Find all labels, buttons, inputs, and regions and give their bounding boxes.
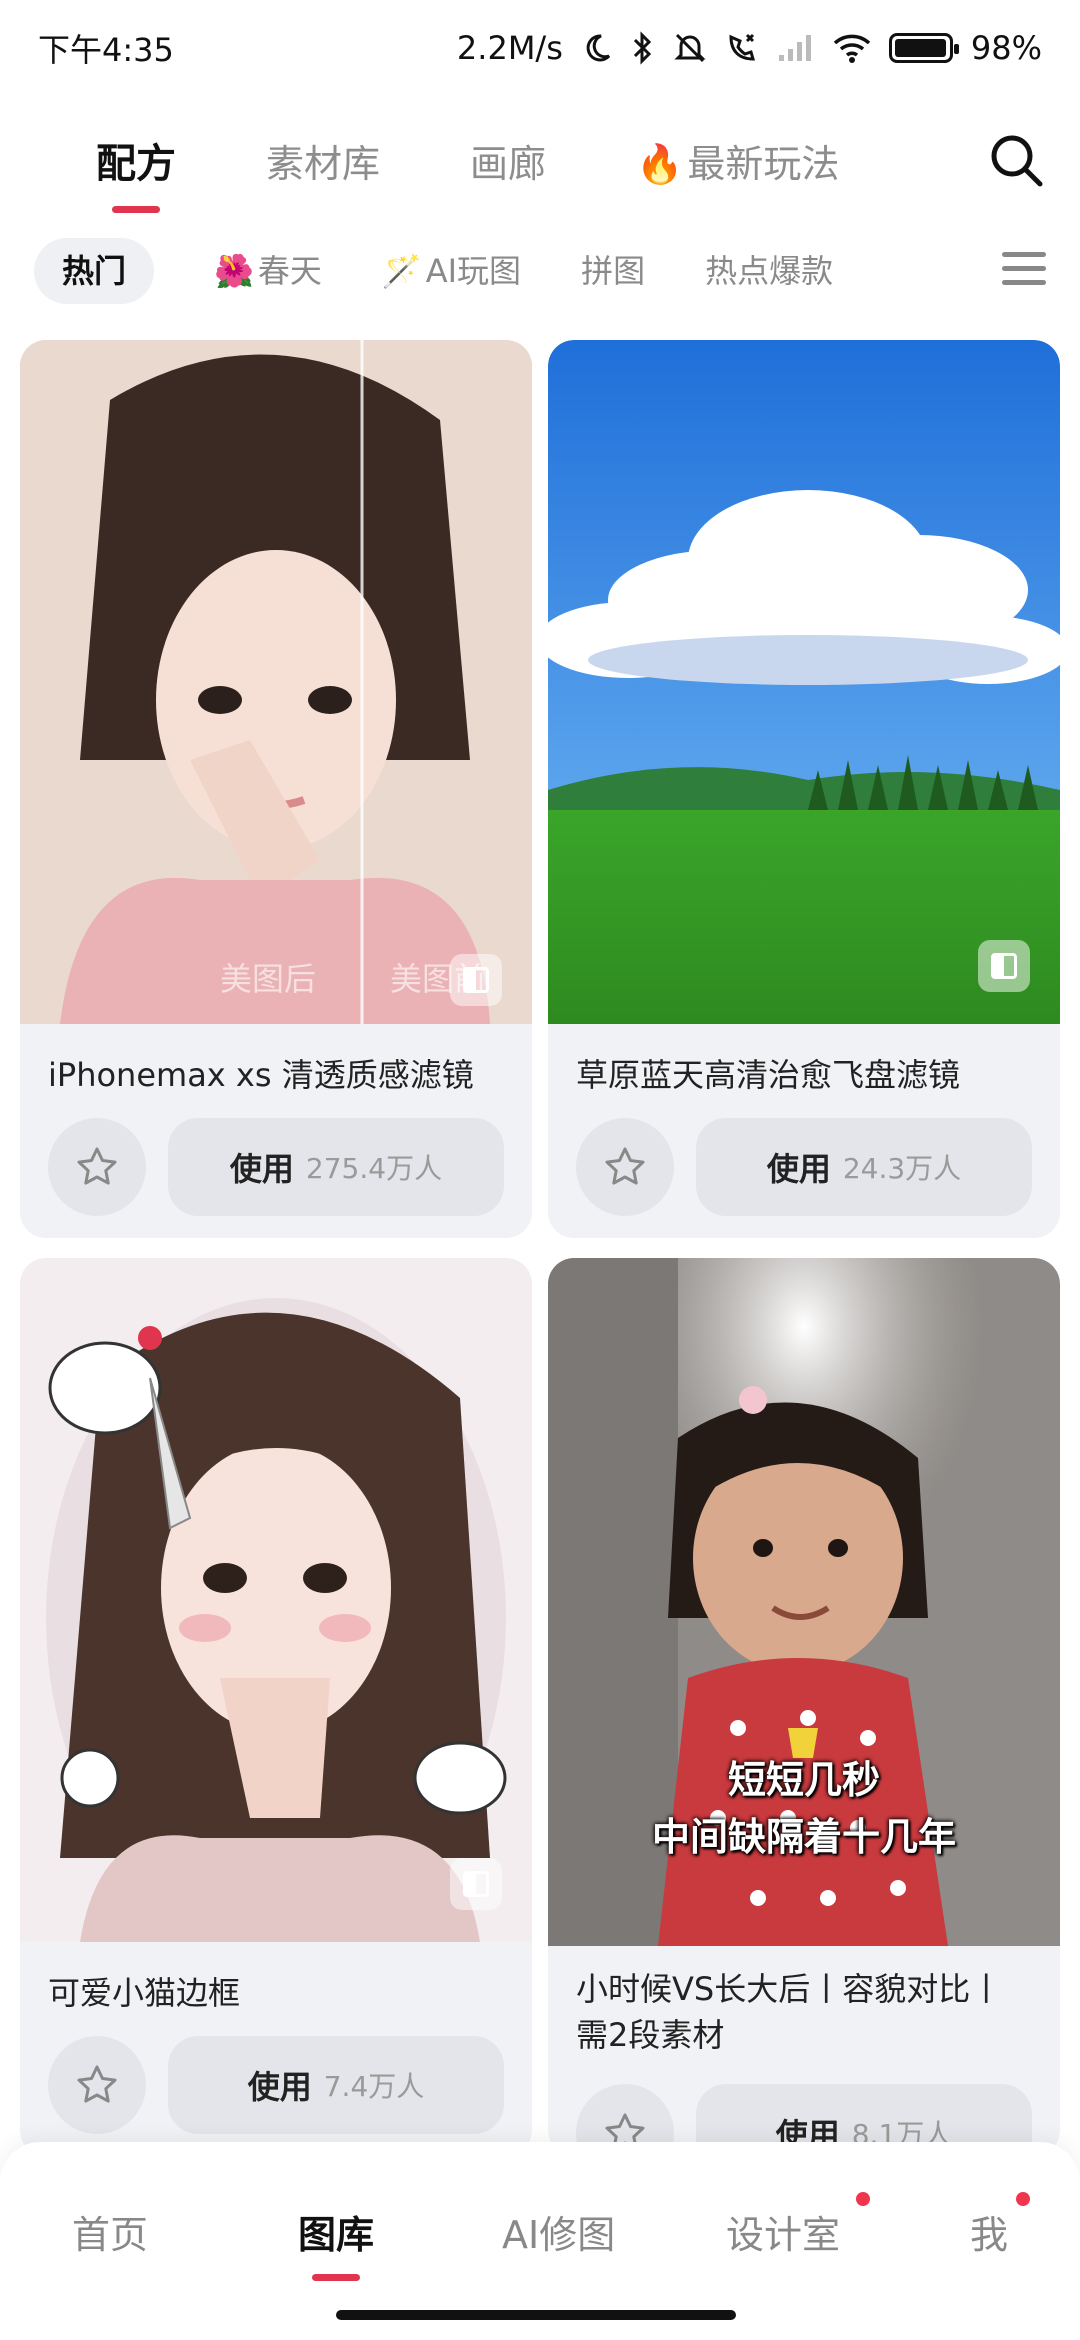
cat-frame-illustration xyxy=(20,1258,532,1942)
landscape-illustration xyxy=(548,340,1060,1024)
tab-label: 配方 xyxy=(96,141,176,187)
watermark-after: 美图后 xyxy=(220,960,317,998)
use-count: 275.4万人 xyxy=(305,1152,443,1185)
overlay-caption-line2: 中间缺隔着十几年 xyxy=(651,1815,956,1859)
card-title: 草原蓝天高清治愈飞盘滤镜 xyxy=(576,1056,961,1094)
compare-icon[interactable] xyxy=(978,940,1030,992)
signal-icon xyxy=(778,35,811,61)
menu-icon[interactable] xyxy=(1002,252,1046,292)
network-speed: 2.2M/s xyxy=(456,29,563,67)
portrait-illustration xyxy=(20,340,532,1024)
chip-label: 春天 xyxy=(257,252,322,290)
favorite-button[interactable] xyxy=(48,2036,146,2134)
star-icon xyxy=(605,1147,645,1185)
tab-recipes[interactable]: 配方 xyxy=(96,131,176,189)
nav-ai-retouch[interactable]: AI修图 xyxy=(502,2204,615,2259)
nav-label: AI修图 xyxy=(502,2213,616,2257)
favorite-button[interactable] xyxy=(576,1118,674,1216)
favorite-button[interactable] xyxy=(48,1118,146,1216)
use-button[interactable]: 使用 275.4万人 xyxy=(168,1118,504,1216)
status-time: 下午4:35 xyxy=(38,31,174,69)
card-title: 可爱小猫边框 xyxy=(48,1974,241,2012)
card-image[interactable]: 短短几秒 中间缺隔着十几年 xyxy=(548,1258,1060,1946)
nav-home[interactable]: 首页 xyxy=(72,2204,148,2259)
chip-collage[interactable]: 拼图 xyxy=(581,238,645,304)
magic-wand-icon: 🪄 xyxy=(381,252,422,290)
use-label: 使用 xyxy=(229,1150,294,1188)
tab-label: 最新玩法 xyxy=(687,141,840,186)
card-image[interactable]: 美图后 美图前 xyxy=(20,340,532,1024)
compare-icon[interactable] xyxy=(450,954,502,1006)
tab-gallery[interactable]: 画廊 xyxy=(470,133,546,188)
notification-dot xyxy=(1016,2192,1030,2206)
home-indicator[interactable] xyxy=(336,2310,736,2320)
battery-icon xyxy=(888,33,959,63)
card-grassland-filter[interactable]: 草原蓝天高清治愈飞盘滤镜 使用 24.3万人 xyxy=(548,340,1060,1238)
use-count: 24.3万人 xyxy=(842,1152,962,1185)
use-button[interactable]: 使用 24.3万人 xyxy=(696,1118,1032,1216)
chip-label: AI玩图 xyxy=(425,252,522,290)
chip-spring[interactable]: 🌺 春天 xyxy=(214,238,322,304)
compare-icon[interactable] xyxy=(450,1858,502,1910)
overlay-caption-line1: 短短几秒 xyxy=(727,1758,880,1802)
card-title: iPhonemax xs 清透质感滤镜 xyxy=(48,1056,474,1094)
star-icon xyxy=(77,2065,117,2103)
nav-label: 首页 xyxy=(72,2213,149,2257)
wifi-icon xyxy=(833,34,871,63)
mute-bell-icon xyxy=(674,33,706,63)
call-forward-icon xyxy=(729,33,755,61)
nav-gallery[interactable]: 图库 xyxy=(298,2204,374,2259)
nav-me[interactable]: 我 xyxy=(970,2204,1008,2259)
chip-trending[interactable]: 热点爆款 xyxy=(705,238,833,304)
category-chips: 热门 🌺 春天 🪄 AI玩图 拼图 热点爆款 xyxy=(34,238,1046,304)
card-image[interactable] xyxy=(20,1258,532,1942)
moon-icon xyxy=(586,34,610,62)
top-tabs: 配方 素材库 画廊 🔥 最新玩法 xyxy=(0,110,1080,210)
card-childhood-compare[interactable]: 短短几秒 中间缺隔着十几年 小时候VS长大后丨容貌对比丨需2段素材 使用 8.1… xyxy=(548,1258,1060,2156)
search-icon[interactable] xyxy=(986,130,1046,190)
chip-ai-play[interactable]: 🪄 AI玩图 xyxy=(382,238,521,304)
fire-icon: 🔥 xyxy=(636,141,684,186)
nav-label: 图库 xyxy=(298,2213,375,2257)
flower-icon: 🌺 xyxy=(214,252,254,290)
card-cat-frame[interactable]: 可爱小猫边框 使用 7.4万人 xyxy=(20,1258,532,2156)
chip-label: 热点爆款 xyxy=(705,252,834,290)
tab-label: 画廊 xyxy=(470,141,547,186)
notification-dot xyxy=(856,2192,870,2206)
use-label: 使用 xyxy=(766,1150,831,1188)
status-bar: 下午4:35 2.2M/s 98% xyxy=(0,0,1080,96)
card-title: 小时候VS长大后丨容貌对比丨需2段素材 xyxy=(576,1970,1003,2054)
chip-hot[interactable]: 热门 xyxy=(34,238,155,304)
use-button[interactable]: 使用 7.4万人 xyxy=(168,2036,504,2134)
tab-material-library[interactable]: 素材库 xyxy=(266,133,380,188)
bluetooth-icon xyxy=(633,31,651,65)
nav-design-studio[interactable]: 设计室 xyxy=(726,2204,840,2259)
tab-label: 素材库 xyxy=(266,141,381,186)
use-count: 7.4万人 xyxy=(323,2070,425,2103)
battery-percent: 98% xyxy=(970,29,1042,67)
tab-latest-play[interactable]: 🔥 最新玩法 xyxy=(636,133,839,188)
star-icon xyxy=(77,1147,117,1185)
card-iphone-filter[interactable]: 美图后 美图前 iPhonemax xs 清透质感滤镜 使用 275.4万人 xyxy=(20,340,532,1238)
chip-label: 热门 xyxy=(62,252,127,290)
use-label: 使用 xyxy=(247,2068,312,2106)
chip-label: 拼图 xyxy=(581,252,646,290)
card-image[interactable] xyxy=(548,340,1060,1024)
nav-label: 设计室 xyxy=(726,2213,841,2257)
status-icons: 2.2M/s 98% xyxy=(457,29,1042,67)
nav-label: 我 xyxy=(970,2213,1009,2257)
